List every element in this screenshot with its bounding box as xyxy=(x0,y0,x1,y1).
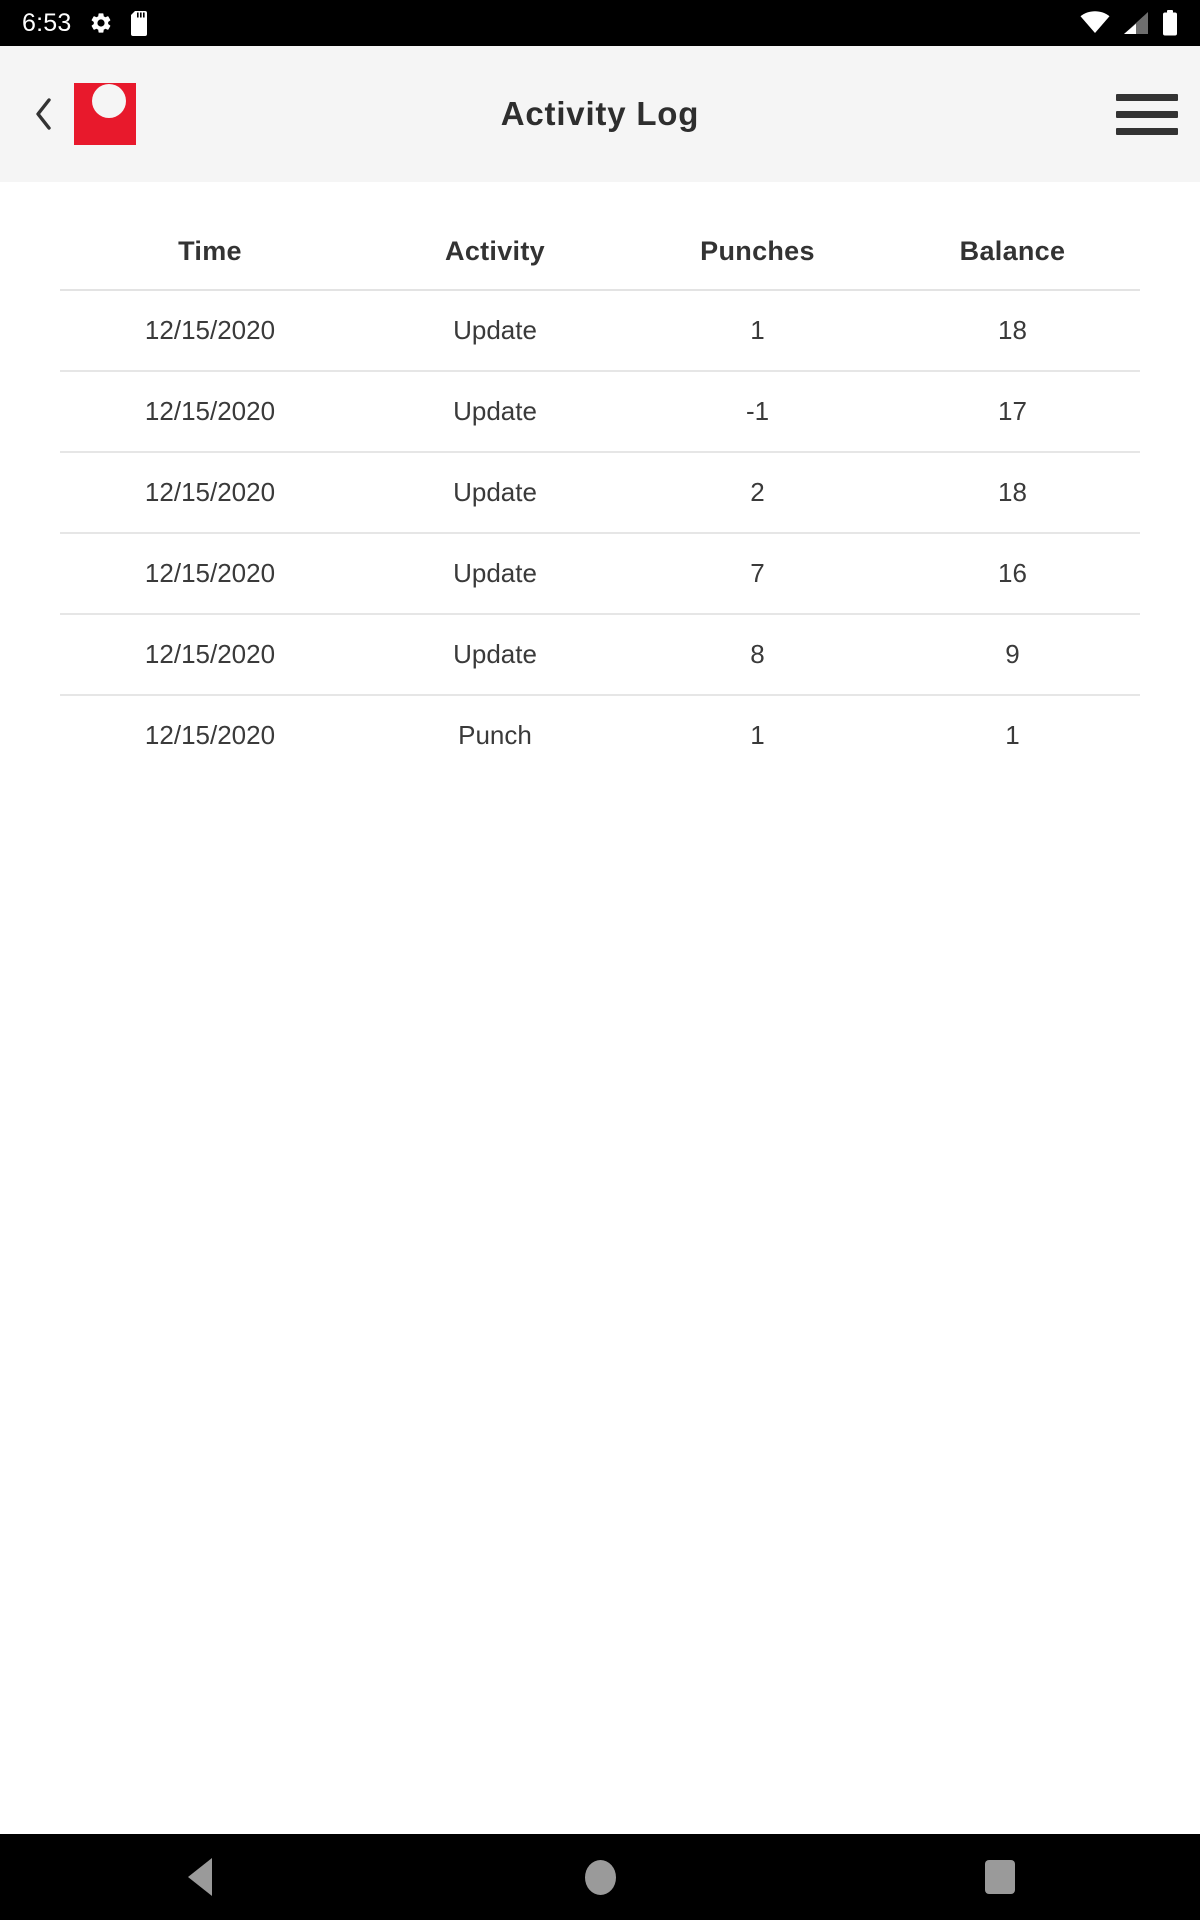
hamburger-menu-button[interactable] xyxy=(1116,83,1178,145)
table-header: Time Activity Punches Balance xyxy=(60,218,1140,291)
sdcard-icon xyxy=(131,10,151,36)
cell-activity: Update xyxy=(360,452,630,534)
column-header-balance[interactable]: Balance xyxy=(885,218,1140,291)
cell-balance: 9 xyxy=(885,614,1140,696)
cell-time: 12/15/2020 xyxy=(60,533,360,615)
wifi-icon xyxy=(1080,11,1110,35)
page-title: Activity Log xyxy=(500,95,700,132)
cell-punches: -1 xyxy=(630,371,885,453)
status-bar-right xyxy=(1080,10,1178,36)
cell-activity: Punch xyxy=(458,720,532,750)
cell-time: 12/15/2020 xyxy=(60,614,360,696)
cell-balance: 1 xyxy=(1005,720,1020,750)
cell-time: 12/15/2020 xyxy=(60,371,360,453)
chevron-left-icon xyxy=(34,97,54,131)
cell-activity: Update xyxy=(360,533,630,615)
cell-activity: Update xyxy=(360,371,630,453)
table-row[interactable]: 12/15/2020 Update 1 18 xyxy=(60,290,1140,372)
status-clock: 6:53 xyxy=(22,8,72,37)
battery-icon xyxy=(1162,10,1178,36)
cell-time: 12/15/2020 xyxy=(144,720,276,750)
status-bar-left: 6:53 xyxy=(22,9,151,38)
cell-punches: 1 xyxy=(630,290,885,372)
cell-punches: 1 xyxy=(750,720,765,750)
table-header-row: Time Activity Punches Balance xyxy=(60,218,1140,291)
hamburger-bar-1 xyxy=(1116,93,1178,101)
cell-balance: 18 xyxy=(885,290,1140,372)
hamburger-bar-2 xyxy=(1116,110,1178,118)
home-circle-icon xyxy=(584,1859,616,1895)
cell-time: 12/15/2020 xyxy=(60,452,360,534)
table-row[interactable]: 12/15/2020 Punch 1 1 xyxy=(60,695,1140,775)
column-header-time[interactable]: Time xyxy=(60,218,360,291)
activity-log-table: Time Activity Punches Balance 12/15/2020… xyxy=(60,218,1140,775)
nav-back-button[interactable] xyxy=(140,1834,260,1920)
nav-home-button[interactable] xyxy=(540,1834,660,1920)
hamburger-bar-3 xyxy=(1116,127,1178,135)
table-row[interactable]: 12/15/2020 Update 7 16 xyxy=(60,533,1140,615)
table-body: 12/15/2020 Update 1 18 12/15/2020 Update… xyxy=(60,290,1140,775)
app-bar: Activity Log xyxy=(0,46,1200,182)
activity-log-content: Time Activity Punches Balance 12/15/2020… xyxy=(0,182,1200,1834)
back-triangle-icon xyxy=(188,1858,212,1896)
nav-recents-button[interactable] xyxy=(940,1834,1060,1920)
table-row[interactable]: 12/15/2020 Update -1 17 xyxy=(60,371,1140,453)
cellular-signal-icon xyxy=(1122,11,1150,35)
android-navigation-bar xyxy=(0,1834,1200,1920)
cell-balance: 18 xyxy=(885,452,1140,534)
column-header-punches[interactable]: Punches xyxy=(630,218,885,291)
table-row[interactable]: 12/15/2020 Update 8 9 xyxy=(60,614,1140,696)
cell-punches: 2 xyxy=(630,452,885,534)
cell-punches: 8 xyxy=(630,614,885,696)
table-row[interactable]: 12/15/2020 Update 2 18 xyxy=(60,452,1140,534)
cell-balance: 16 xyxy=(885,533,1140,615)
gear-icon xyxy=(89,11,113,35)
column-header-activity[interactable]: Activity xyxy=(360,218,630,291)
cell-balance: 17 xyxy=(885,371,1140,453)
back-button[interactable] xyxy=(22,84,66,144)
cell-time: 12/15/2020 xyxy=(60,290,360,372)
recents-square-icon xyxy=(985,1860,1015,1894)
cell-activity: Update xyxy=(360,614,630,696)
cell-activity: Update xyxy=(360,290,630,372)
android-status-bar: 6:53 xyxy=(0,0,1200,46)
cell-punches: 7 xyxy=(630,533,885,615)
brand-logo xyxy=(66,83,136,145)
